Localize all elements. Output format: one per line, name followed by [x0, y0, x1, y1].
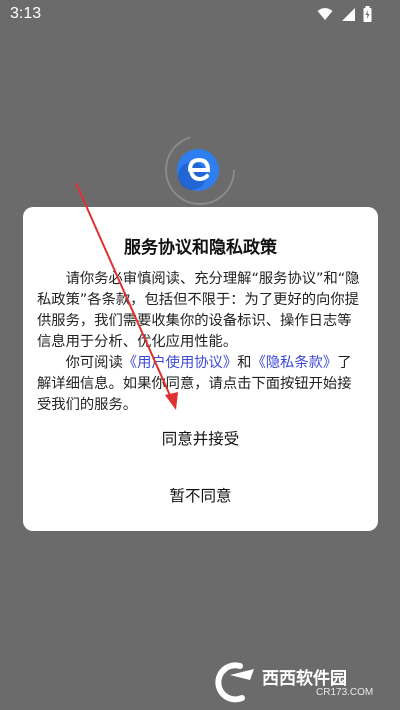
user-agreement-link[interactable]: 《用户使用协议》: [123, 355, 237, 371]
signal-icon: [341, 7, 355, 21]
status-time: 3:13: [10, 5, 42, 22]
dialog-title: 服务协议和隐私政策: [124, 238, 277, 258]
status-icons: [317, 6, 372, 22]
battery-icon: [363, 6, 372, 22]
wifi-icon: [317, 7, 333, 21]
watermark-url: CR173.COM: [316, 687, 374, 698]
status-bar: 3:13: [0, 0, 400, 30]
dialog-body: 请你务必审慎阅读、充分理解“服务协议”和“隐私政策”各条款，包括但不限于：为了更…: [37, 269, 361, 416]
agree-button[interactable]: 同意并接受: [23, 427, 378, 449]
dialog-paragraph-1: 请你务必审慎阅读、充分理解“服务协议”和“隐私政策”各条款，包括但不限于：为了更…: [37, 271, 360, 350]
dialog-paragraph-2: 你可阅读《用户使用协议》和《隐私条款》了解详细信息。如果你同意，请点击下面按钮开…: [37, 353, 361, 416]
para2-and: 和: [237, 355, 252, 371]
privacy-policy-link[interactable]: 《隐私条款》: [251, 355, 337, 371]
decline-button[interactable]: 暂不同意: [23, 484, 378, 506]
para2-prefix: 你可阅读: [65, 355, 123, 371]
watermark-name: 西西软件园: [262, 669, 347, 689]
privacy-dialog: 服务协议和隐私政策 请你务必审慎阅读、充分理解“服务协议”和“隐私政策”各条款，…: [23, 207, 378, 531]
watermark: 西西软件园 CR173.COM: [210, 660, 395, 706]
